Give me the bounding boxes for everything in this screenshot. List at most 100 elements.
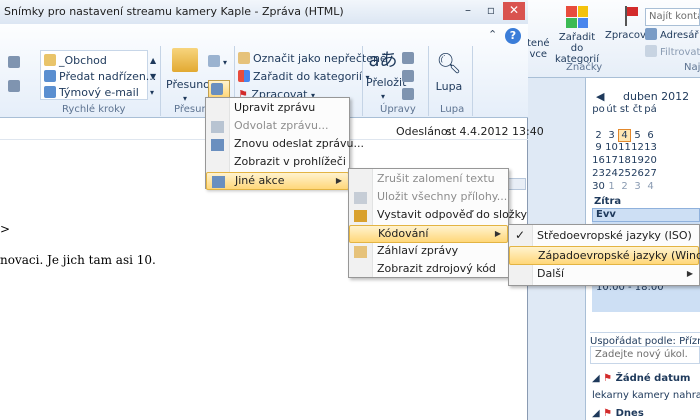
- arrange-by-header[interactable]: Uspořádat podle: Příznak:: [590, 332, 700, 347]
- calendar-day[interactable]: 11: [618, 142, 631, 153]
- actions-dropdown-button[interactable]: [208, 80, 230, 98]
- address-book-button[interactable]: Adresář: [645, 28, 699, 41]
- new-task-input[interactable]: Zadejte nový úkol.: [590, 346, 700, 364]
- calendar-day[interactable]: 10: [605, 142, 618, 153]
- calendar-day[interactable]: 2: [592, 130, 605, 141]
- calendar-week-row: 2324252627: [592, 168, 657, 179]
- delete-small-icon[interactable]: [8, 56, 23, 70]
- calendar-day[interactable]: 9: [592, 142, 605, 153]
- translate-button[interactable]: aあ Přeložit ▾: [366, 50, 406, 104]
- calendar-day[interactable]: 17: [605, 155, 618, 166]
- calendar-day[interactable]: 16: [592, 155, 605, 166]
- calendar-day[interactable]: 1: [605, 181, 618, 192]
- calendar-day[interactable]: 18: [618, 155, 631, 166]
- event-title[interactable]: Evv: [592, 208, 700, 222]
- calendar-day[interactable]: 19: [631, 155, 644, 166]
- translate-icon: aあ: [368, 50, 398, 71]
- zoom-button[interactable]: 🔍︎ Lupa: [434, 50, 464, 94]
- select-small-icon[interactable]: [402, 88, 417, 102]
- menu-item-western-european-windows[interactable]: Západoevropské jazyky (Windows): [509, 246, 700, 265]
- calendar-day[interactable]: 3: [605, 130, 618, 141]
- minimize-button[interactable]: –: [457, 2, 479, 20]
- calendar-prev-icon[interactable]: ◀: [596, 90, 604, 103]
- calendar-day[interactable]: 23: [592, 168, 605, 179]
- calendar-weekday: pá: [644, 104, 657, 115]
- menu-item-other-actions[interactable]: Jiné akce ▶: [206, 172, 349, 190]
- other-actions-icon: [212, 176, 225, 188]
- calendar-day[interactable]: 26: [631, 168, 644, 179]
- task-group-no-date[interactable]: ◢ ⚑ Žádné datum: [592, 373, 690, 384]
- help-button[interactable]: ?: [505, 28, 521, 44]
- calendar-day[interactable]: 4: [644, 181, 657, 192]
- junk-small-icon[interactable]: [8, 80, 23, 94]
- calendar-weekday-header: po út st čt pá: [592, 104, 657, 115]
- ribbon-separator: [472, 46, 473, 116]
- calendar-week-row: 23456: [592, 129, 657, 142]
- menu-item-edit-message[interactable]: Upravit zprávu: [206, 100, 349, 118]
- calendar-day[interactable]: 3: [631, 181, 644, 192]
- menu-item-central-european-iso[interactable]: ✓ Středoevropské jazyky (ISO): [509, 227, 699, 246]
- encoding-menu: ✓ Středoevropské jazyky (ISO) Západoevrops…: [508, 224, 700, 286]
- calendar-day[interactable]: 27: [644, 168, 657, 179]
- menu-item-message-header[interactable]: Záhlaví zprávy: [349, 243, 508, 261]
- calendar-day[interactable]: 20: [644, 155, 657, 166]
- actions-menu: Upravit zprávu Odvolat zprávu... Znovu ode…: [205, 97, 364, 190]
- bg-ribbon-item-tene[interactable]: tené vce: [527, 38, 550, 60]
- move-button[interactable]: Přesunout ▾: [166, 48, 221, 106]
- gallery-down-icon[interactable]: ▼: [150, 70, 156, 84]
- other-actions-menu: Zrušit zalomení textu Uložit všechny příl…: [348, 168, 527, 279]
- title-bar: Snímky pro nastavení streamu kamery Kapl…: [0, 0, 528, 24]
- rules-button[interactable]: ▾: [208, 55, 227, 70]
- categorize-icon: [566, 6, 588, 28]
- mark-unread-button[interactable]: Označit jako nepřečtené: [238, 52, 387, 66]
- recall-message-icon: [211, 121, 224, 133]
- menu-item-view-source[interactable]: Zobrazit zdrojový kód: [349, 261, 508, 279]
- resend-message-icon: [211, 139, 224, 151]
- calendar-day[interactable]: 4: [618, 129, 631, 142]
- calendar-day[interactable]: 25: [618, 168, 631, 179]
- calendar-weekday: čt: [632, 104, 643, 115]
- close-button[interactable]: ✕: [503, 2, 525, 20]
- collapse-ribbon-icon[interactable]: ⌃: [488, 28, 497, 41]
- gallery-more-icon[interactable]: ▾: [150, 86, 154, 100]
- submenu-arrow-icon: ▶: [335, 176, 342, 185]
- quick-step-team-email[interactable]: Týmový e-mail: [44, 86, 139, 100]
- message-body-text: novaci. Je jich tam asi 10.: [0, 253, 156, 267]
- menu-item-more-encodings[interactable]: Další ▶: [509, 265, 699, 284]
- rules-icon: [208, 55, 220, 67]
- maximize-button[interactable]: ▫: [480, 2, 502, 20]
- menu-item-view-in-browser[interactable]: Zobrazit v prohlížeči: [206, 154, 349, 172]
- menu-item-post-reply-folder[interactable]: Vystavit odpověď do složky: [349, 207, 527, 225]
- calendar-day[interactable]: 24: [605, 168, 618, 179]
- filter-icon: [645, 45, 657, 57]
- gallery-up-icon[interactable]: ▲: [150, 54, 156, 68]
- calendar-week-row: 1617181920: [592, 155, 657, 166]
- save-attachments-icon: [354, 192, 367, 204]
- task-group-today[interactable]: ◢ ⚑ Dnes: [592, 408, 644, 419]
- task-item[interactable]: lekarny kamery nahravani: [592, 390, 700, 401]
- contact-search-input[interactable]: Najít kontakt: [645, 8, 700, 26]
- sent-label: Odesláno:: [396, 125, 452, 138]
- menu-item-resend-message[interactable]: Znovu odeslat zprávu...: [206, 136, 364, 154]
- calendar-day[interactable]: 12: [631, 142, 644, 153]
- calendar-week-row: 30 1 2 3 4: [592, 181, 657, 192]
- group-label-zoom: Lupa: [440, 104, 465, 115]
- calendar-day[interactable]: 13: [644, 142, 657, 153]
- find-small-icon[interactable]: [402, 52, 417, 66]
- folder-move-icon: [172, 48, 198, 72]
- calendar-day[interactable]: 5: [631, 130, 644, 141]
- calendar-day[interactable]: 2: [618, 181, 631, 192]
- categorize-button[interactable]: Zařadit do kategorií ▾: [238, 70, 369, 85]
- filter-button[interactable]: Filtrovat: [645, 45, 700, 58]
- bg-categorize-button[interactable]: Zařadit do kategorií: [552, 6, 602, 65]
- menu-item-save-attachments: Uložit všechny přílohy...: [349, 189, 508, 207]
- calendar-day[interactable]: 30: [592, 181, 605, 192]
- group-label-edit: Úpravy: [380, 104, 416, 115]
- scrollbar[interactable]: [508, 178, 526, 190]
- flag-icon: [622, 6, 638, 26]
- related-small-icon[interactable]: [402, 70, 417, 84]
- quick-step-forward-manager[interactable]: Předat nadřízen...: [44, 70, 156, 84]
- calendar-day[interactable]: 6: [644, 130, 657, 141]
- menu-item-encoding[interactable]: Kódování ▶: [349, 225, 508, 243]
- quick-step-obchod[interactable]: _Obchod: [44, 54, 107, 68]
